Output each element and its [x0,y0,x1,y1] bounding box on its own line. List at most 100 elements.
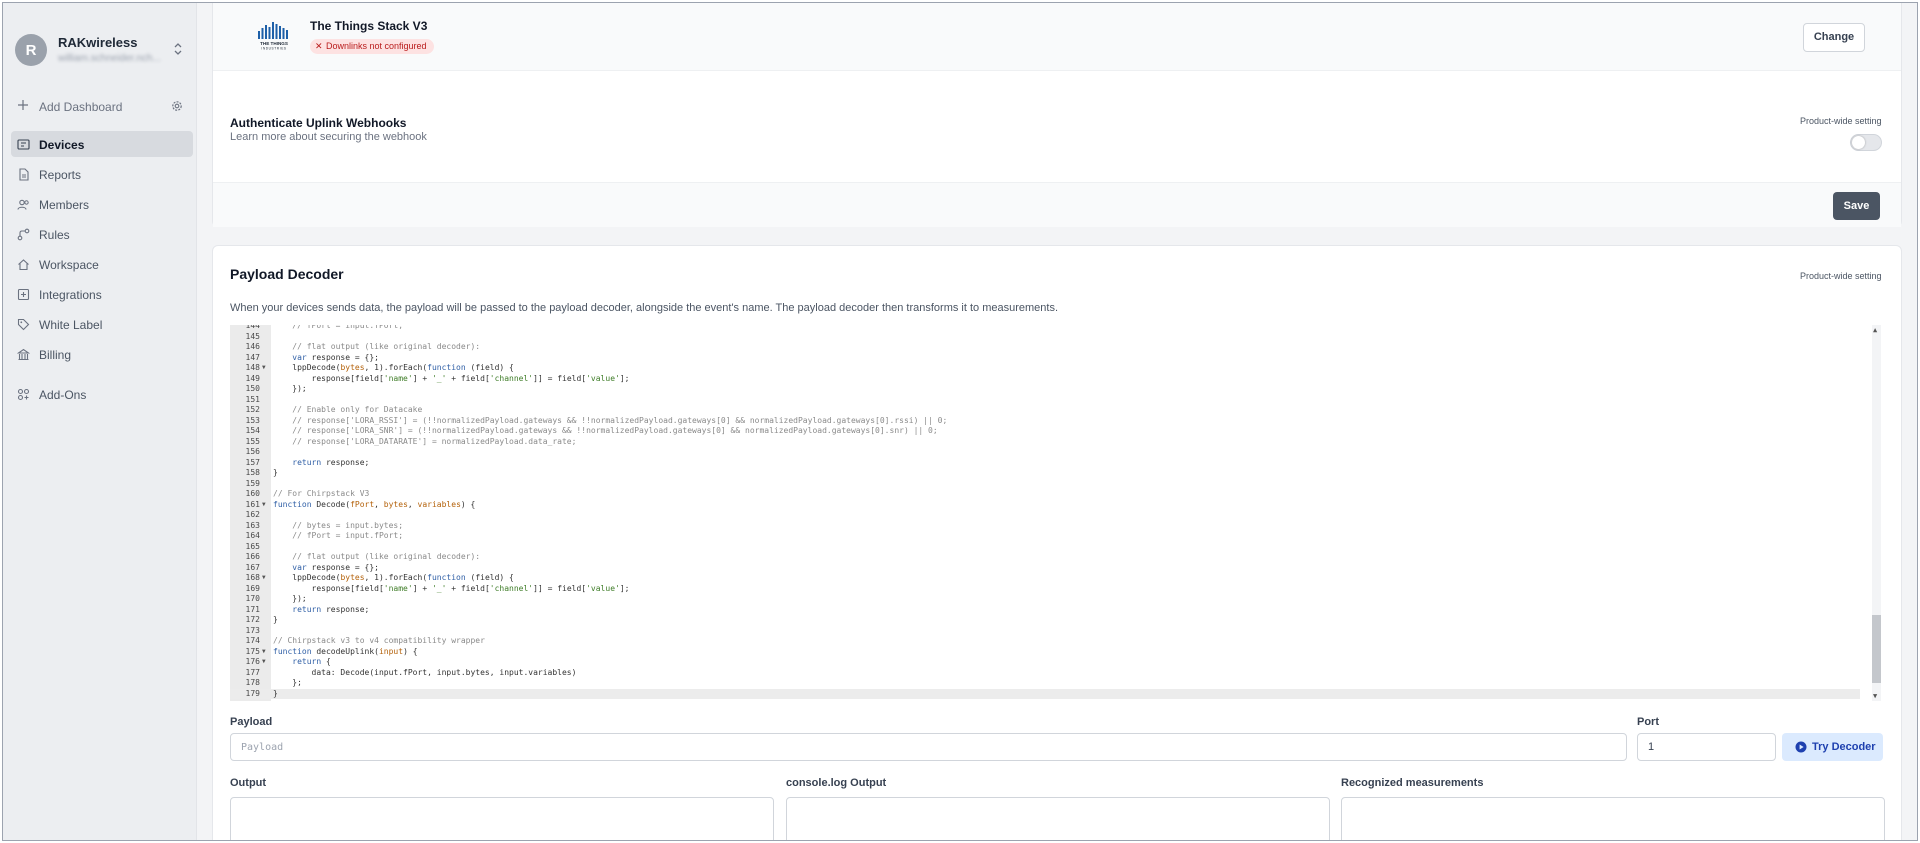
gear-icon[interactable] [170,99,184,113]
scroll-up-icon[interactable]: ▲ [1873,326,1877,334]
code-line: 171 return response; [230,605,1860,616]
webhook-auth-link[interactable]: Learn more about securing the webhook [230,131,427,143]
sidebar-item-billing[interactable]: Billing [11,341,193,367]
code-line: 164 // fPort = input.fPort; [230,531,1860,542]
code-line: 174 // Chirpstack v3 to v4 compatibility … [230,636,1860,647]
output-box[interactable] [230,797,774,840]
try-decoder-label: Try Decoder [1812,741,1876,753]
port-label: Port [1637,716,1659,728]
svg-text:THE THINGS: THE THINGS [260,41,288,46]
fold-arrow-icon[interactable]: ▼ [262,573,266,584]
scrollbar-thumb[interactable] [1872,615,1881,683]
line-number: 154 [245,426,260,435]
line-number: 159 [245,478,260,488]
line-number: 148 [245,363,260,372]
line-number: 165 [245,541,260,551]
console-output-label: console.log Output [786,777,887,789]
code-line: 175 ▼ function decodeUplink(input) { [230,647,1860,658]
line-text: return { [292,657,331,666]
sidebar-item-label: Members [39,198,90,212]
main-content: THE THINGS INDUSTRIES The Things Stack V… [198,3,1917,840]
fold-arrow-icon[interactable]: ▼ [262,657,266,668]
sidebar-item-add-ons[interactable]: Add-Ons [11,381,193,407]
port-input[interactable] [1637,733,1776,761]
account-switcher[interactable]: R RAKwireless william.schneider.nch... [15,31,187,71]
sidebar-item-label: Devices [39,138,85,152]
code-line: 152 // Enable only for Datacake [230,405,1860,416]
integration-card: THE THINGS INDUSTRIES The Things Stack V… [212,3,1902,227]
report-icon [19,168,29,181]
avatar: R [15,34,47,66]
account-subtitle: william.schneider.nch... [58,53,161,64]
line-number: 163 [245,520,260,530]
line-number: 161 [245,499,260,509]
code-line: 165 [230,542,1860,553]
change-button[interactable]: Change [1803,23,1865,52]
sidebar-item-devices[interactable]: Devices [11,131,193,157]
account-name: RAKwireless [58,35,138,50]
sidebar-item-integrations[interactable]: Integrations [11,281,193,307]
sidebar-item-label: Billing [39,348,72,362]
line-number: 167 [245,562,260,572]
code-editor[interactable]: 144 // fPort = input.fPort; 145 146 // fla… [230,325,1885,701]
scroll-down-icon[interactable]: ▼ [1873,692,1877,700]
line-text: return response; [292,604,370,614]
output-label: Output [230,777,267,789]
sidebar: R RAKwireless william.schneider.nch... A… [3,3,197,840]
try-decoder-button[interactable]: Try Decoder [1782,733,1883,761]
code-lines: 144 // fPort = input.fPort; 145 146 // fla… [230,325,1860,699]
line-number: 175 [245,646,260,656]
sidebar-item-workspace[interactable]: Workspace [11,251,193,277]
payload-label: Payload [230,716,273,728]
measurements-box[interactable] [1341,797,1885,840]
line-text: } [273,688,278,698]
editor-scrollbar[interactable]: ▲ ▼ [1872,325,1881,701]
code-line: 173 [230,626,1860,637]
line-text: // response['LORA_DATARATE'] = normalize… [292,436,577,446]
sidebar-item-white-label[interactable]: White Label [11,311,193,337]
sidebar-item-label: Reports [39,168,82,182]
line-number: 179 [245,688,260,698]
code-line: 145 [230,332,1860,343]
code-line: 161 ▼ function Decode(fPort, bytes, variab… [230,500,1860,511]
save-button[interactable]: Save [1833,192,1880,220]
console-output-box[interactable] [786,797,1330,840]
integration-row: THE THINGS INDUSTRIES The Things Stack V… [213,3,1901,71]
code-line: 170 }); [230,594,1860,605]
line-number: 176 [245,657,260,666]
code-line: 146 // flat output (like original decode… [230,342,1860,353]
line-text: lppDecode(bytes, 1).forEach(function (fi… [273,363,514,372]
add-dashboard[interactable]: Add Dashboard [15,97,187,117]
sidebar-item-rules[interactable]: Rules [11,221,193,247]
code-line: 153 // response['LORA_RSSI'] = (!!normal… [230,416,1860,427]
line-text: // response['LORA_SNR'] = (!!normalizedP… [292,426,938,435]
line-text: function decodeUplink(input) { [273,646,418,656]
rules-icon [17,228,30,241]
payload-input[interactable] [230,733,1627,761]
code-line: 176 ▼ return { [230,657,1860,668]
fold-arrow-icon[interactable]: ▼ [262,647,266,658]
line-number: 166 [245,552,260,561]
integrations-icon [17,288,30,301]
line-number: 157 [245,457,260,467]
play-icon [1795,741,1807,753]
line-text: data: Decode(input.fPort, input.bytes, i… [273,667,577,677]
webhook-auth-toggle[interactable] [1850,134,1882,151]
line-text: // fPort = input.fPort; [292,531,404,540]
chevron-updown-icon [174,43,182,55]
sidebar-item-reports[interactable]: Reports [11,161,193,187]
sidebar-item-label: Workspace [39,258,99,272]
code-line: 159 [230,479,1860,490]
line-text: // For Chirpstack V3 [273,489,370,498]
code-line: 148 ▼ lppDecode(bytes, 1).forEach(functio… [230,363,1860,374]
code-line: 160 // For Chirpstack V3 [230,489,1860,500]
members-icon [17,199,29,210]
line-number: 150 [245,384,260,393]
fold-arrow-icon[interactable]: ▼ [262,363,266,374]
line-text: function Decode(fPort, bytes, variables)… [273,499,476,509]
fold-arrow-icon[interactable]: ▼ [262,500,266,511]
addons-icon [17,388,30,401]
line-number: 158 [245,468,260,477]
code-line: 179} [230,688,1860,699]
sidebar-item-members[interactable]: Members [11,191,193,217]
